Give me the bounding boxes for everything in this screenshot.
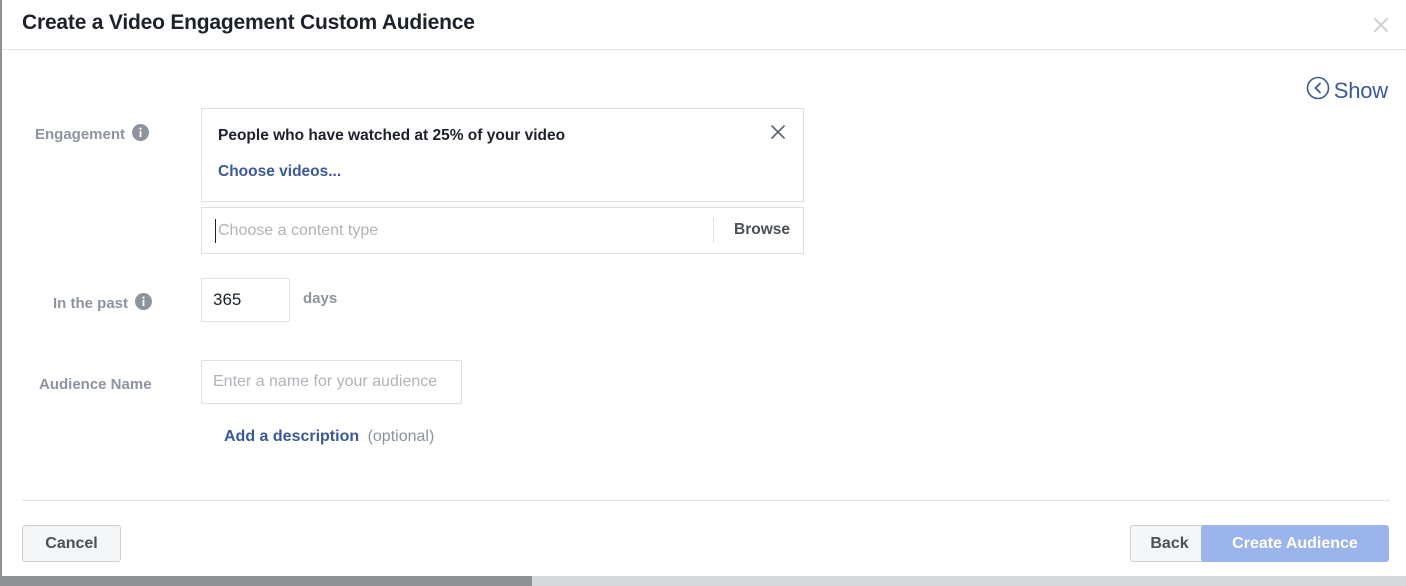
horizontal-scrollbar[interactable] [2,576,1406,586]
show-toggle-button[interactable]: Show [1305,75,1388,106]
dialog-header: Create a Video Engagement Custom Audienc… [2,0,1406,50]
dialog-body: Show Engagement People who have watched … [2,50,1406,500]
chevron-left-circle-icon [1305,75,1331,106]
back-button[interactable]: Back [1130,525,1209,562]
choose-videos-link[interactable]: Choose videos... [218,163,341,181]
engagement-stack: People who have watched at 25% of your v… [201,108,804,254]
close-icon[interactable] [1366,10,1396,40]
days-input[interactable] [201,278,290,322]
add-description-row: Add a description (optional) [224,427,434,447]
create-audience-button[interactable]: Create Audience [1201,525,1389,562]
content-type-field[interactable]: Choose a content type Browse [201,207,804,254]
dialog-footer: Cancel Back Create Audience [2,500,1406,576]
engagement-rule-card: People who have watched at 25% of your v… [201,108,804,202]
page-title: Create a Video Engagement Custom Audienc… [22,11,475,34]
field-divider [713,218,714,243]
add-description-link[interactable]: Add a description [224,428,359,445]
audience-name-label: Audience Name [39,376,152,393]
cancel-button[interactable]: Cancel [22,525,121,562]
days-suffix-label: days [303,290,338,307]
horizontal-scrollbar-thumb[interactable] [2,576,532,586]
info-icon[interactable] [135,293,153,314]
add-description-optional-label: (optional) [367,428,435,445]
engagement-rule-title: People who have watched at 25% of your v… [218,127,566,144]
content-type-placeholder: Choose a content type [218,221,379,239]
audience-name-input[interactable] [201,360,462,404]
in-the-past-label-group: In the past [53,293,153,314]
info-icon[interactable] [132,124,150,145]
footer-divider [22,500,1390,501]
dialog-window: Create a Video Engagement Custom Audienc… [0,0,1406,586]
in-the-past-label: In the past [53,295,129,312]
text-caret [215,219,216,243]
show-toggle-label: Show [1333,77,1388,103]
engagement-label: Engagement [35,126,126,143]
browse-button[interactable]: Browse [734,221,790,239]
engagement-label-group: Engagement [35,124,150,145]
remove-rule-icon[interactable] [767,121,789,143]
